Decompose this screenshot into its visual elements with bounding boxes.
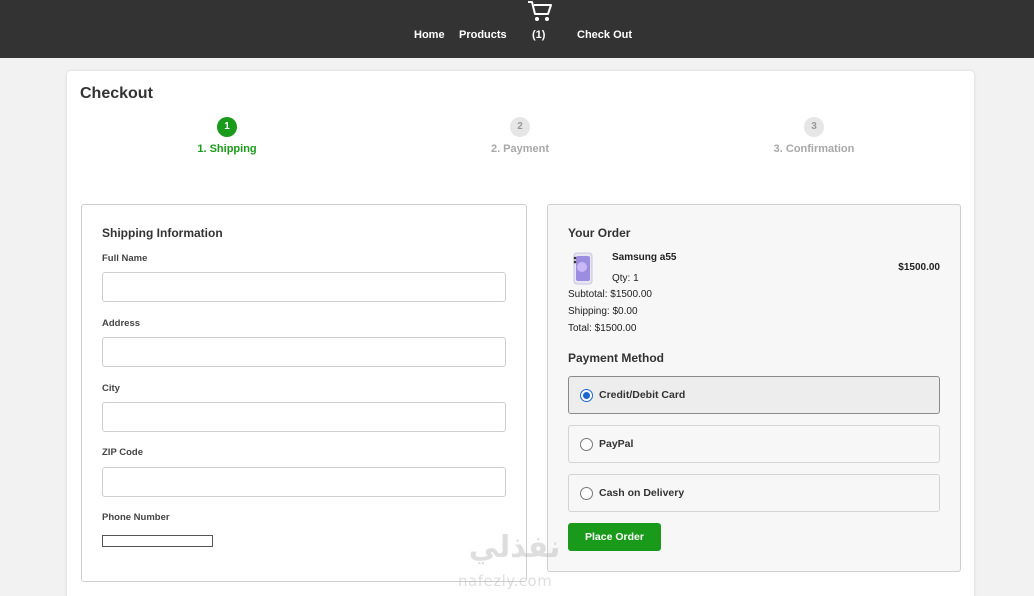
- subtotal: Subtotal: $1500.00: [568, 289, 652, 300]
- payment-method-title: Payment Method: [568, 351, 665, 365]
- step-shipping: 1 1. Shipping: [147, 117, 307, 155]
- step-label: 1. Shipping: [197, 143, 257, 155]
- payment-option-label: Credit/Debit Card: [599, 389, 686, 401]
- total: Total: $1500.00: [568, 323, 637, 334]
- payment-option-label: PayPal: [599, 438, 634, 450]
- phone-number-input[interactable]: [102, 535, 213, 547]
- place-order-button[interactable]: Place Order: [568, 523, 661, 551]
- payment-option-card[interactable]: Credit/Debit Card: [568, 376, 940, 414]
- radio-button[interactable]: [580, 438, 593, 451]
- step-payment: 2 2. Payment: [440, 117, 600, 155]
- shipping-form: Shipping Information Full Name Address C…: [81, 204, 527, 582]
- checkout-card: Checkout 1 1. Shipping 2 2. Payment 3 3.…: [67, 71, 974, 596]
- radio-button[interactable]: [580, 487, 593, 500]
- phone-product-icon: [571, 252, 595, 285]
- product-qty: Qty: 1: [612, 273, 639, 284]
- top-navbar: Home Products (1) Check Out: [0, 0, 1034, 58]
- step-number: 1: [217, 117, 237, 137]
- shipping-title: Shipping Information: [102, 226, 223, 240]
- payment-option-paypal[interactable]: PayPal: [568, 425, 940, 463]
- shipping-cost: Shipping: $0.00: [568, 306, 638, 317]
- payment-option-label: Cash on Delivery: [599, 487, 685, 499]
- step-label: 2. Payment: [490, 143, 550, 155]
- payment-option-cod[interactable]: Cash on Delivery: [568, 474, 940, 512]
- step-number: 2: [510, 117, 530, 137]
- full-name-input[interactable]: [102, 272, 506, 302]
- address-label: Address: [102, 318, 141, 329]
- zip-code-label: ZIP Code: [102, 447, 143, 458]
- product-name: Samsung a55: [612, 252, 677, 263]
- nav-home-link[interactable]: Home: [414, 29, 445, 41]
- order-summary: Your Order Samsung a55 Qty: 1 $1500.00 S…: [547, 204, 961, 572]
- step-confirmation: 3 3. Confirmation: [734, 117, 894, 155]
- full-name-label: Full Name: [102, 253, 148, 264]
- step-number: 3: [804, 117, 824, 137]
- cart-count-link[interactable]: (1): [532, 29, 545, 41]
- page-title: Checkout: [80, 85, 153, 102]
- nav-checkout-link[interactable]: Check Out: [577, 29, 632, 41]
- address-input[interactable]: [102, 337, 506, 367]
- phone-number-label: Phone Number: [102, 512, 170, 523]
- cart-icon[interactable]: [527, 0, 553, 22]
- product-price: $1500.00: [898, 262, 940, 273]
- step-label: 3. Confirmation: [773, 143, 855, 155]
- nav-products-link[interactable]: Products: [459, 29, 507, 41]
- radio-button[interactable]: [580, 389, 593, 402]
- city-input[interactable]: [102, 402, 506, 432]
- order-title: Your Order: [568, 226, 631, 240]
- zip-code-input[interactable]: [102, 467, 506, 497]
- city-label: City: [102, 383, 120, 394]
